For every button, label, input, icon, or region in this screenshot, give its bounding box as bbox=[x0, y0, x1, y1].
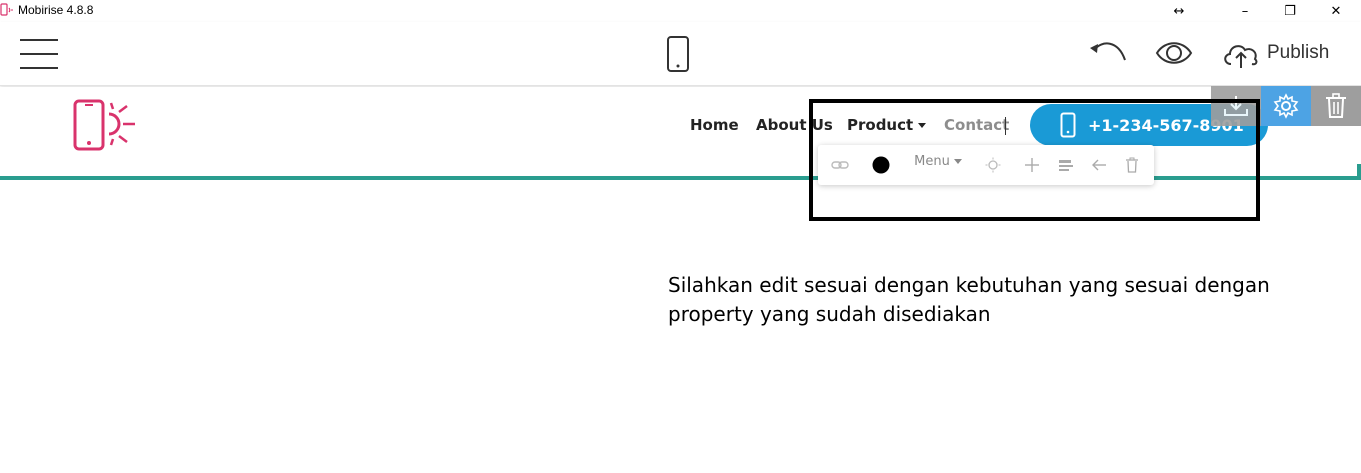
annotation-highlight-box bbox=[809, 99, 1260, 221]
editor-toolbar: Publish bbox=[0, 22, 1361, 86]
close-button[interactable]: ✕ bbox=[1313, 0, 1359, 22]
resize-icon[interactable]: ↔ bbox=[1156, 0, 1202, 22]
accent-divider-end bbox=[1357, 164, 1361, 180]
undo-icon[interactable] bbox=[1088, 38, 1128, 66]
minimize-button[interactable]: – bbox=[1222, 0, 1268, 22]
window-title: Mobirise 4.8.8 bbox=[18, 3, 94, 17]
maximize-button[interactable]: ❐ bbox=[1267, 0, 1313, 22]
trash-icon bbox=[1326, 93, 1346, 118]
phone-sun-logo-icon[interactable] bbox=[73, 99, 137, 153]
publish-button[interactable]: Publish bbox=[1267, 42, 1329, 64]
mobirise-app-icon bbox=[0, 3, 13, 16]
block-settings-button[interactable] bbox=[1261, 86, 1311, 126]
preview-eye-icon[interactable] bbox=[1155, 38, 1193, 68]
nav-item-home[interactable]: Home bbox=[690, 116, 739, 134]
delete-block-button[interactable] bbox=[1311, 86, 1361, 126]
window-titlebar: Mobirise 4.8.8 ↔ – ❐ ✕ bbox=[0, 0, 1361, 22]
cloud-upload-icon[interactable] bbox=[1221, 38, 1261, 70]
content-paragraph[interactable]: Silahkan edit sesuai dengan kebutuhan ya… bbox=[668, 271, 1288, 329]
menu-icon[interactable] bbox=[20, 39, 58, 69]
gear-icon bbox=[1273, 93, 1299, 119]
mobile-preview-icon[interactable] bbox=[666, 35, 690, 73]
